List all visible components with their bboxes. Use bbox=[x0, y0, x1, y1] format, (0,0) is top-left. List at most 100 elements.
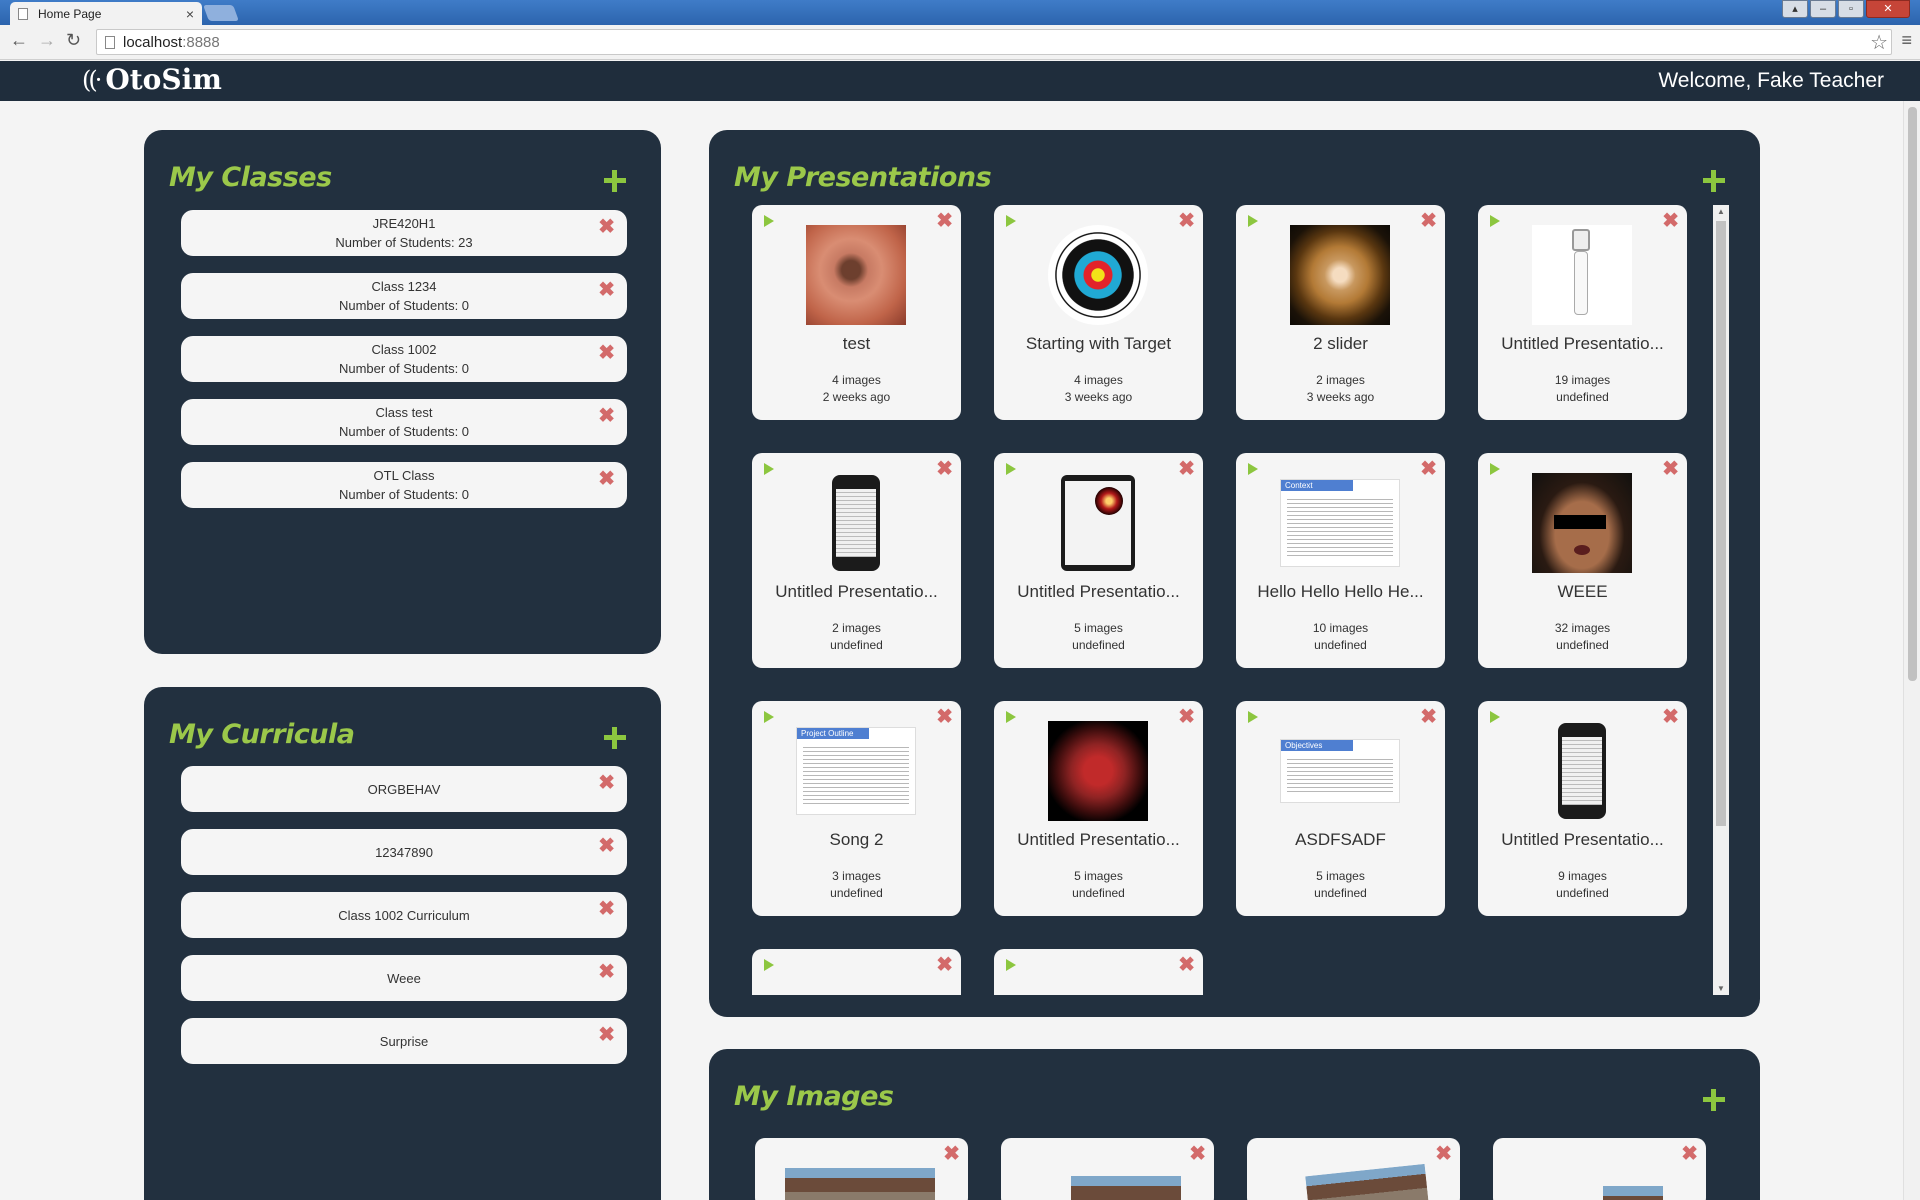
url-host: localhost bbox=[123, 33, 183, 51]
play-icon[interactable] bbox=[1006, 711, 1016, 723]
image-card[interactable]: ✖ bbox=[1493, 1138, 1706, 1200]
delete-presentation-icon[interactable]: ✖ bbox=[936, 211, 953, 231]
class-item[interactable]: Class 1002 Number of Students: 0 ✖ bbox=[181, 336, 627, 382]
play-icon[interactable] bbox=[1006, 959, 1016, 971]
delete-class-icon[interactable]: ✖ bbox=[598, 469, 615, 489]
presentation-card[interactable]: ✖ Untitled Presentatio... 2 images undefi… bbox=[752, 453, 961, 668]
presentation-card[interactable]: ✖ Starting with Target 4 images 3 weeks a… bbox=[994, 205, 1203, 420]
add-presentation-icon[interactable] bbox=[1703, 170, 1725, 192]
presentation-date: undefined bbox=[830, 638, 883, 652]
presentation-card[interactable]: ✖ Project Outline Song 2 3 images undefin… bbox=[752, 701, 961, 916]
presentation-card[interactable]: ✖ bbox=[752, 949, 961, 995]
otosim-logo[interactable]: ((· OtoSim bbox=[82, 63, 222, 96]
curriculum-item[interactable]: 12347890 ✖ bbox=[181, 829, 627, 875]
delete-image-icon[interactable]: ✖ bbox=[943, 1144, 960, 1164]
delete-curriculum-icon[interactable]: ✖ bbox=[598, 899, 615, 919]
play-icon[interactable] bbox=[1490, 215, 1500, 227]
presentation-card[interactable]: ✖ test 4 images 2 weeks ago bbox=[752, 205, 961, 420]
tab-close-icon[interactable]: × bbox=[186, 6, 194, 22]
class-item[interactable]: JRE420H1 Number of Students: 23 ✖ bbox=[181, 210, 627, 256]
delete-presentation-icon[interactable]: ✖ bbox=[936, 459, 953, 479]
image-thumbnail bbox=[785, 1168, 935, 1200]
delete-presentation-icon[interactable]: ✖ bbox=[1662, 459, 1679, 479]
delete-image-icon[interactable]: ✖ bbox=[1189, 1144, 1206, 1164]
address-bar[interactable]: localhost :8888 bbox=[96, 29, 1892, 55]
play-icon[interactable] bbox=[1490, 711, 1500, 723]
curriculum-item[interactable]: ORGBEHAV ✖ bbox=[181, 766, 627, 812]
play-icon[interactable] bbox=[1248, 463, 1258, 475]
page-scrollbar[interactable] bbox=[1903, 101, 1920, 1200]
delete-class-icon[interactable]: ✖ bbox=[598, 217, 615, 237]
play-icon[interactable] bbox=[1490, 463, 1500, 475]
presentation-card[interactable]: ✖ Context Hello Hello Hello He... 10 ima… bbox=[1236, 453, 1445, 668]
window-close-icon[interactable]: ✕ bbox=[1866, 0, 1910, 18]
image-card[interactable]: ✖ bbox=[1247, 1138, 1460, 1200]
presentation-card[interactable]: ✖ Untitled Presentatio... 5 images undefi… bbox=[994, 701, 1203, 916]
back-arrow-icon[interactable]: ← bbox=[10, 30, 28, 51]
curriculum-item[interactable]: Class 1002 Curriculum ✖ bbox=[181, 892, 627, 938]
delete-curriculum-icon[interactable]: ✖ bbox=[598, 773, 615, 793]
scroll-down-arrow-icon[interactable]: ▼ bbox=[1717, 984, 1725, 993]
presentation-card[interactable]: ✖ WEEE 32 images undefined bbox=[1478, 453, 1687, 668]
delete-curriculum-icon[interactable]: ✖ bbox=[598, 1025, 615, 1045]
image-card[interactable]: ✖ bbox=[755, 1138, 968, 1200]
presentation-card[interactable]: ✖ 2 slider 2 images 3 weeks ago bbox=[1236, 205, 1445, 420]
delete-presentation-icon[interactable]: ✖ bbox=[1420, 707, 1437, 727]
browser-menu-icon[interactable]: ≡ bbox=[1901, 30, 1912, 51]
presentation-image-count: 9 images bbox=[1558, 869, 1607, 883]
class-item[interactable]: Class test Number of Students: 0 ✖ bbox=[181, 399, 627, 445]
presentation-card[interactable]: ✖ Objectives ASDFSADF 5 images undefined bbox=[1236, 701, 1445, 916]
bookmark-star-icon[interactable]: ☆ bbox=[1870, 30, 1888, 55]
curriculum-item[interactable]: Weee ✖ bbox=[181, 955, 627, 1001]
scroll-thumb[interactable] bbox=[1716, 221, 1726, 826]
delete-curriculum-icon[interactable]: ✖ bbox=[598, 962, 615, 982]
delete-presentation-icon[interactable]: ✖ bbox=[1662, 211, 1679, 231]
delete-curriculum-icon[interactable]: ✖ bbox=[598, 836, 615, 856]
delete-image-icon[interactable]: ✖ bbox=[1681, 1144, 1698, 1164]
delete-presentation-icon[interactable]: ✖ bbox=[1178, 211, 1195, 231]
play-icon[interactable] bbox=[764, 215, 774, 227]
delete-class-icon[interactable]: ✖ bbox=[598, 280, 615, 300]
play-icon[interactable] bbox=[764, 463, 774, 475]
play-icon[interactable] bbox=[1248, 215, 1258, 227]
url-port: :8888 bbox=[182, 33, 220, 51]
add-class-icon[interactable] bbox=[604, 170, 626, 192]
delete-presentation-icon[interactable]: ✖ bbox=[936, 707, 953, 727]
restore-icon[interactable]: ▫ bbox=[1838, 0, 1864, 18]
add-curriculum-icon[interactable] bbox=[604, 727, 626, 749]
switch-user-icon[interactable]: ▴ bbox=[1782, 0, 1808, 18]
presentation-card[interactable]: ✖ Untitled Presentatio... 9 images undefi… bbox=[1478, 701, 1687, 916]
delete-class-icon[interactable]: ✖ bbox=[598, 406, 615, 426]
minimize-icon[interactable]: – bbox=[1810, 0, 1836, 18]
play-icon[interactable] bbox=[1006, 463, 1016, 475]
browser-tab[interactable]: Home Page × bbox=[10, 2, 202, 25]
presentation-card[interactable]: ✖ Untitled Presentatio... 5 images undefi… bbox=[994, 453, 1203, 668]
delete-presentation-icon[interactable]: ✖ bbox=[936, 955, 953, 975]
delete-class-icon[interactable]: ✖ bbox=[598, 343, 615, 363]
curriculum-item[interactable]: Surprise ✖ bbox=[181, 1018, 627, 1064]
delete-presentation-icon[interactable]: ✖ bbox=[1662, 707, 1679, 727]
delete-image-icon[interactable]: ✖ bbox=[1435, 1144, 1452, 1164]
scroll-up-arrow-icon[interactable]: ▲ bbox=[1717, 207, 1725, 216]
presentation-card[interactable]: ✖ bbox=[994, 949, 1203, 995]
class-item[interactable]: Class 1234 Number of Students: 0 ✖ bbox=[181, 273, 627, 319]
class-item[interactable]: OTL Class Number of Students: 0 ✖ bbox=[181, 462, 627, 508]
delete-presentation-icon[interactable]: ✖ bbox=[1420, 459, 1437, 479]
delete-presentation-icon[interactable]: ✖ bbox=[1178, 955, 1195, 975]
play-icon[interactable] bbox=[1248, 711, 1258, 723]
play-icon[interactable] bbox=[764, 711, 774, 723]
image-card[interactable]: ✖ bbox=[1001, 1138, 1214, 1200]
reload-icon[interactable]: ↻ bbox=[66, 30, 81, 51]
delete-presentation-icon[interactable]: ✖ bbox=[1178, 459, 1195, 479]
delete-presentation-icon[interactable]: ✖ bbox=[1178, 707, 1195, 727]
play-icon[interactable] bbox=[764, 959, 774, 971]
page-scroll-thumb[interactable] bbox=[1908, 107, 1917, 681]
play-icon[interactable] bbox=[1006, 215, 1016, 227]
image-thumbnail bbox=[1071, 1176, 1181, 1200]
add-image-icon[interactable] bbox=[1703, 1089, 1725, 1111]
presentation-card[interactable]: ✖ Untitled Presentatio... 19 images undef… bbox=[1478, 205, 1687, 420]
new-tab-button[interactable] bbox=[203, 5, 239, 21]
forward-arrow-icon[interactable]: → bbox=[38, 30, 56, 51]
delete-presentation-icon[interactable]: ✖ bbox=[1420, 211, 1437, 231]
presentations-scrollbar[interactable]: ▲ ▼ bbox=[1713, 205, 1729, 995]
